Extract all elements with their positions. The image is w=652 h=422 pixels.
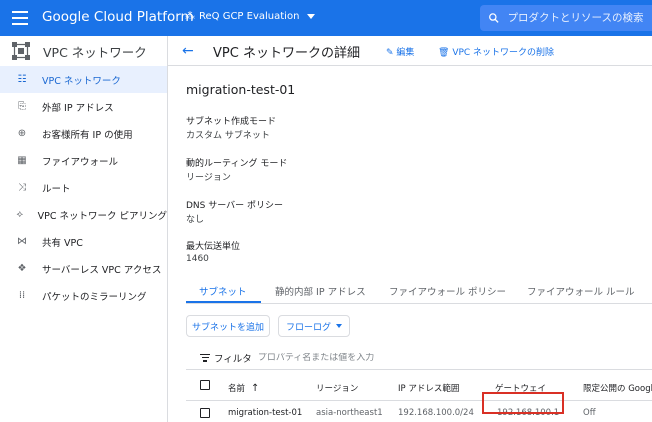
sidebar-item-label: お客様所有 IP の使用: [42, 129, 133, 141]
brand-title[interactable]: Google Cloud Platform: [42, 9, 194, 25]
column-name-label: 名前: [228, 384, 246, 394]
subnet-mode-value: カスタム サブネット: [186, 131, 270, 141]
project-name: ReQ GCP Evaluation: [199, 11, 300, 22]
search-icon: [489, 13, 499, 23]
trash-icon: 🗑: [438, 48, 450, 58]
sidebar-item-label: 外部 IP アドレス: [42, 102, 114, 114]
filter-input[interactable]: [257, 352, 418, 363]
tab-static-internal-ip[interactable]: 静的内部 IP アドレス: [275, 284, 366, 298]
subnet-ip-range: 192.168.100.0/24: [398, 408, 474, 418]
sidebar-item-label: ルート: [42, 183, 71, 195]
tab-subnets[interactable]: サブネット: [199, 284, 247, 298]
sidebar-item-peering[interactable]: ⟡ VPC ネットワーク ピアリング: [0, 201, 167, 228]
search-box[interactable]: [480, 5, 652, 31]
column-header-private-google-access[interactable]: 限定公開の Google: [583, 382, 652, 394]
arrow-up-icon: ↑: [251, 383, 260, 394]
sidebar-item-vpc-network[interactable]: ☷ VPC ネットワーク: [0, 66, 167, 93]
mtu-value: 1460: [186, 254, 209, 264]
add-subnet-button[interactable]: サブネットを追加: [186, 315, 270, 337]
sidebar-item-label: VPC ネットワーク: [42, 75, 121, 87]
column-header-region[interactable]: リージョン: [316, 382, 358, 394]
sidebar-title: VPC ネットワーク: [43, 44, 147, 60]
sidebar-item-firewall[interactable]: ▦ ファイアウォール: [0, 147, 167, 174]
tab-firewall-policies[interactable]: ファイアウォール ポリシー: [389, 284, 506, 298]
vpc-network-icon: ☷: [17, 74, 27, 85]
dns-policy-value: なし: [186, 215, 205, 225]
sidebar-item-byoip[interactable]: ⊕ お客様所有 IP の使用: [0, 120, 167, 147]
filter-label: フィルタ: [214, 353, 252, 365]
row-checkbox[interactable]: [200, 408, 210, 418]
sidebar-item-external-ip[interactable]: ⎘ 外部 IP アドレス: [0, 93, 167, 120]
project-selector[interactable]: ⁂ ReQ GCP Evaluation: [185, 11, 316, 22]
flow-logs-button[interactable]: フローログ: [278, 315, 350, 337]
mtu-label: 最大伝送単位: [186, 242, 241, 252]
tab-bar: サブネット 静的内部 IP アドレス ファイアウォール ポリシー ファイアウォー…: [186, 278, 652, 304]
project-icon: ⁂: [185, 11, 195, 22]
back-arrow-icon[interactable]: ←: [182, 43, 194, 59]
main-content: ← VPC ネットワークの詳細 ✎ 編集 🗑 VPC ネットワークの削除 mig…: [168, 36, 652, 422]
byoip-icon: ⊕: [17, 128, 27, 139]
page-title: VPC ネットワークの詳細: [213, 46, 360, 61]
sidebar-item-label: サーバーレス VPC アクセス: [42, 264, 162, 276]
vpc-logo-icon: [12, 42, 30, 60]
external-ip-icon: ⎘: [18, 101, 26, 112]
sidebar-item-label: VPC ネットワーク ピアリング: [37, 210, 167, 222]
delete-label: VPC ネットワークの削除: [452, 48, 555, 58]
peering-icon: ⟡: [16, 209, 24, 220]
page-header: ← VPC ネットワークの詳細 ✎ 編集 🗑 VPC ネットワークの削除: [168, 36, 652, 66]
subnet-private-google-access: Off: [583, 408, 596, 418]
firewall-icon: ▦: [17, 155, 27, 166]
sidebar-item-label: ファイアウォール: [42, 156, 119, 168]
table-row: migration-test-01 asia-northeast1 192.16…: [186, 401, 652, 422]
delete-vpc-button[interactable]: 🗑 VPC ネットワークの削除: [438, 45, 554, 58]
top-app-bar: Google Cloud Platform ⁂ ReQ GCP Evaluati…: [0, 0, 652, 36]
sidebar-header: VPC ネットワーク: [0, 36, 167, 66]
search-input[interactable]: [507, 12, 652, 24]
sidebar-item-label: パケットのミラーリング: [42, 291, 147, 303]
gateway-highlight-box: [482, 392, 564, 414]
flow-logs-label: フローログ: [285, 322, 331, 333]
route-icon: ⤨: [18, 182, 26, 193]
pencil-icon: ✎: [386, 48, 394, 58]
sidebar-item-shared-vpc[interactable]: ⋈ 共有 VPC: [0, 228, 167, 255]
routing-mode-label: 動的ルーティング モード: [186, 159, 288, 169]
routing-mode-value: リージョン: [186, 173, 231, 183]
sidebar-item-packet-mirroring[interactable]: ⁞⁞ パケットのミラーリング: [0, 282, 167, 309]
sidebar-item-label: 共有 VPC: [42, 237, 83, 249]
subnet-name-link[interactable]: migration-test-01: [228, 408, 302, 418]
serverless-icon: ❖: [17, 263, 27, 274]
resource-name: migration-test-01: [186, 82, 296, 97]
subnet-mode-label: サブネット作成モード: [186, 117, 277, 127]
chevron-down-icon: [336, 324, 342, 328]
select-all-checkbox[interactable]: [200, 380, 210, 390]
subnet-region: asia-northeast1: [316, 408, 383, 418]
chevron-down-icon: [307, 14, 316, 19]
packet-mirroring-icon: ⁞⁞: [18, 290, 26, 301]
column-header-ip-range[interactable]: IP アドレス範囲: [398, 382, 459, 394]
sidebar-item-serverless-vpc[interactable]: ❖ サーバーレス VPC アクセス: [0, 255, 167, 282]
dns-policy-label: DNS サーバー ポリシー: [186, 201, 284, 211]
table-header: 名前 ↑ リージョン IP アドレス範囲 ゲートウェイ 限定公開の Google: [186, 371, 652, 401]
column-header-name[interactable]: 名前 ↑: [228, 382, 259, 394]
sidebar-item-routes[interactable]: ⤨ ルート: [0, 174, 167, 201]
shared-vpc-icon: ⋈: [17, 236, 27, 247]
edit-button[interactable]: ✎ 編集: [386, 45, 414, 58]
menu-icon[interactable]: [12, 11, 28, 25]
tab-firewall-rules[interactable]: ファイアウォール ルール: [527, 284, 635, 298]
filter-icon: [200, 353, 210, 362]
sidebar: VPC ネットワーク ☷ VPC ネットワーク ⎘ 外部 IP アドレス ⊕ お…: [0, 36, 168, 422]
edit-label: 編集: [396, 48, 415, 58]
filter-bar: フィルタ: [186, 346, 652, 370]
active-tab-indicator: [186, 301, 261, 303]
